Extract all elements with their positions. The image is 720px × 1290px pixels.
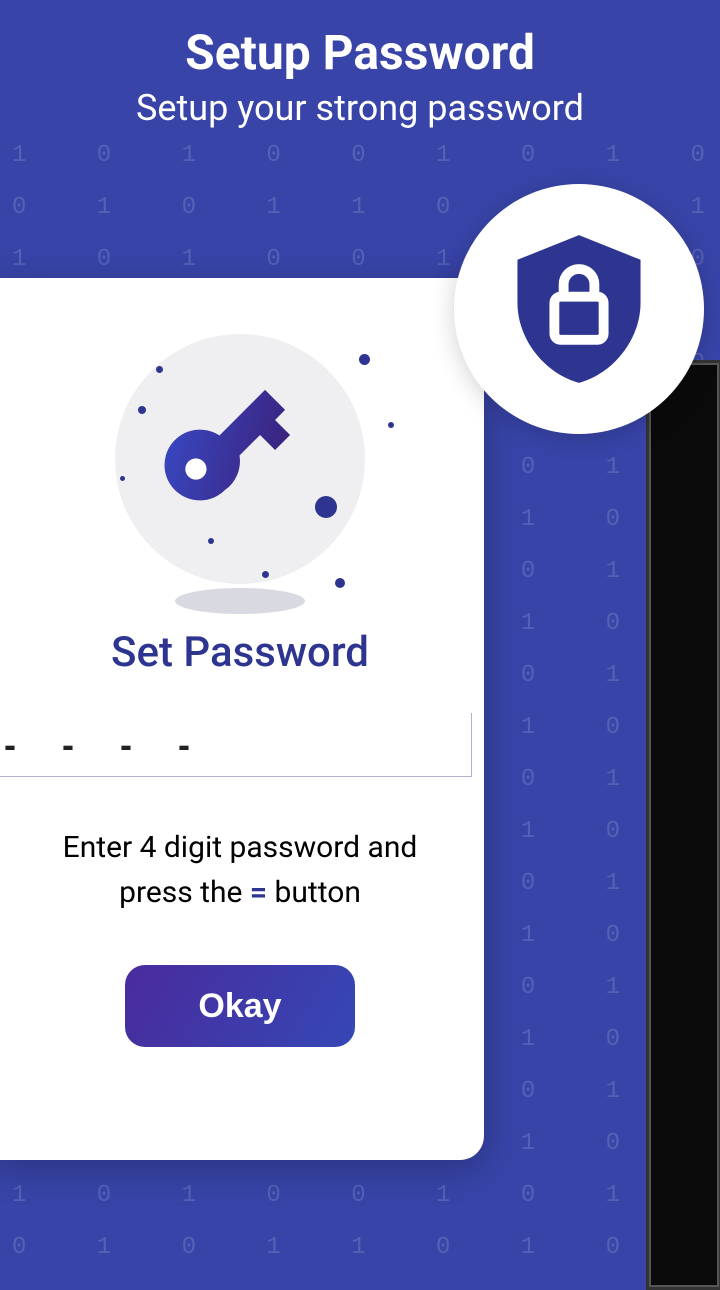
password-input[interactable] — [0, 713, 472, 777]
password-hint: Enter 4 digit password and press the = b… — [32, 825, 448, 915]
shield-badge — [454, 184, 704, 434]
card-title: Set Password — [32, 628, 448, 677]
page-title: Setup Password — [0, 24, 720, 81]
password-card: Set Password Enter 4 digit password and … — [0, 278, 484, 1160]
equals-symbol: = — [250, 875, 267, 910]
key-icon — [155, 370, 325, 540]
hint-text-post: button — [267, 875, 361, 910]
key-illustration — [70, 326, 410, 606]
page-subtitle: Setup your strong password — [0, 87, 720, 129]
hint-text-pre: Enter 4 digit password and press the — [63, 830, 418, 910]
page-header: Setup Password Setup your strong passwor… — [0, 0, 720, 129]
phone-frame-decor — [646, 360, 720, 1290]
shield-lock-icon — [504, 229, 654, 389]
okay-button[interactable]: Okay — [125, 965, 355, 1047]
